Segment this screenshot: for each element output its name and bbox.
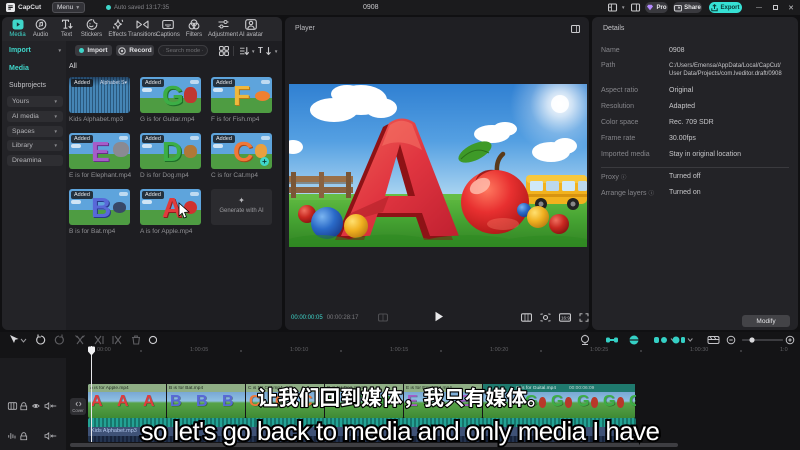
svg-text:16:9: 16:9 [561,315,570,320]
